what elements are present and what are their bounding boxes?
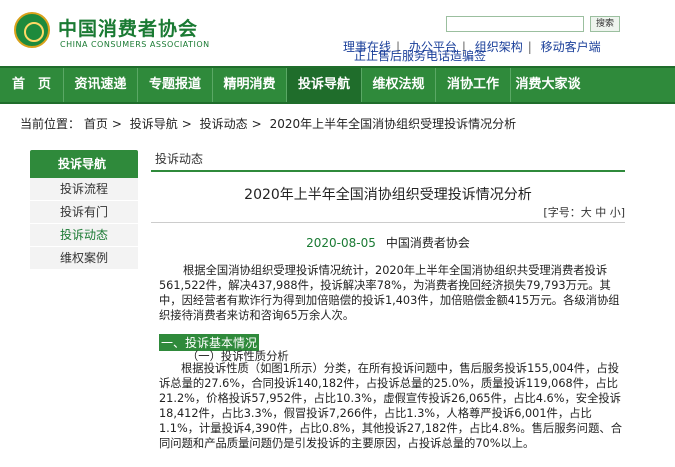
- search-button[interactable]: 搜索: [590, 16, 620, 32]
- nav-special-reports[interactable]: 专题报道: [138, 68, 213, 102]
- breadcrumb-separator: >: [251, 117, 262, 131]
- nav-rights-laws[interactable]: 维权法规: [362, 68, 436, 102]
- breadcrumb-prefix: 当前位置：: [20, 117, 81, 131]
- article-area: 投诉动态 2020年上半年全国消协组织受理投诉情况分析 [字号：大 中 小] 2…: [151, 150, 625, 450]
- article-source: 中国消费者协会: [385, 236, 470, 250]
- logo-title[interactable]: 中国消费者协会: [58, 14, 198, 41]
- nav-home[interactable]: 首 页: [0, 68, 64, 102]
- font-size-control[interactable]: [字号：大 中 小]: [151, 204, 625, 223]
- sidebar: 投诉导航 投诉流程 投诉有门 投诉动态 维权案例: [30, 150, 138, 270]
- toplink-mobile-client[interactable]: 移动客户端: [541, 40, 601, 54]
- main-nav: 首 页 资讯速递 专题报道 精明消费 投诉导航 维权法规 消协工作 消费大家谈: [0, 66, 675, 104]
- breadcrumb-current: 2020年上半年全国消协组织受理投诉情况分析: [269, 117, 517, 131]
- breadcrumb-separator: >: [181, 117, 192, 131]
- section-label: 投诉动态: [151, 150, 625, 172]
- logo-subtitle: CHINA CONSUMERS ASSOCIATION: [60, 40, 210, 49]
- sidebar-item-news[interactable]: 投诉动态: [30, 224, 138, 247]
- sidebar-title: 投诉导航: [30, 150, 138, 178]
- article-paragraph: 根据全国消协组织受理投诉情况统计，2020年上半年全国消协组织共受理消费者投诉5…: [159, 264, 620, 322]
- sidebar-item-channels[interactable]: 投诉有门: [30, 201, 138, 224]
- breadcrumb-separator: >: [111, 117, 122, 131]
- article-date: 2020-08-05: [306, 236, 376, 250]
- nav-news[interactable]: 资讯速递: [64, 68, 138, 102]
- site-header: 中国消费者协会 CHINA CONSUMERS ASSOCIATION 搜索 理…: [0, 0, 675, 64]
- breadcrumb-complaint-news[interactable]: 投诉动态: [200, 117, 248, 131]
- cca-logo-icon[interactable]: [14, 12, 50, 48]
- nav-consumer-talk[interactable]: 消费大家谈: [511, 68, 585, 102]
- nav-smart-consumption[interactable]: 精明消费: [213, 68, 287, 102]
- breadcrumb: 当前位置： 首页 > 投诉导航 > 投诉动态 > 2020年上半年全国消协组织受理投诉…: [20, 115, 516, 132]
- article-paragraph: 根据投诉性质（如图1所示）分类，在所有投诉问题中，售后服务投诉155,004件，…: [159, 362, 622, 450]
- nav-association-work[interactable]: 消协工作: [436, 68, 511, 102]
- article-meta: 2020-08-05 中国消费者协会: [151, 234, 625, 251]
- breadcrumb-home[interactable]: 首页: [84, 117, 108, 131]
- article-title: 2020年上半年全国消协组织受理投诉情况分析: [244, 187, 532, 203]
- sidebar-item-process[interactable]: 投诉流程: [30, 178, 138, 201]
- breadcrumb-complaint-guide[interactable]: 投诉导航: [130, 117, 178, 131]
- marquee-text[interactable]: 正止售后服务电话造骗签: [354, 47, 486, 64]
- search-input[interactable]: [446, 16, 584, 32]
- nav-complaint-guide[interactable]: 投诉导航: [287, 68, 362, 102]
- sidebar-item-cases[interactable]: 维权案例: [30, 247, 138, 270]
- separator: |: [527, 40, 532, 54]
